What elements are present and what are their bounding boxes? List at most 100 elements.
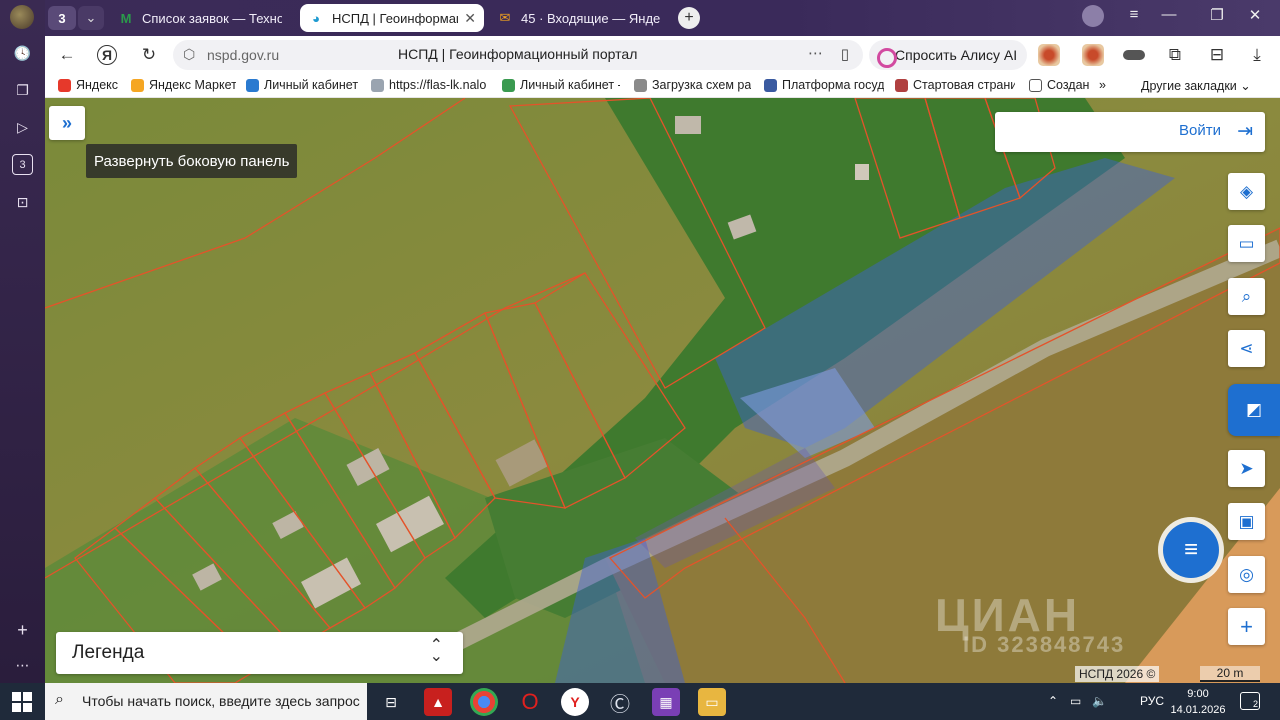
windows-start-icon[interactable] xyxy=(12,692,32,712)
search-placeholder: Чтобы начать поиск, введите здесь запрос xyxy=(82,693,360,709)
history-icon[interactable]: 🕓 xyxy=(12,43,33,64)
zoom-in-icon[interactable]: + xyxy=(1228,608,1265,645)
task-view-icon[interactable]: ⊟ xyxy=(377,688,405,716)
pin-search-icon[interactable]: ◎ xyxy=(1228,556,1265,593)
site-icon xyxy=(246,78,259,92)
tab-label: 45 · Входящие — Яндекс П xyxy=(521,10,661,26)
legend-panel[interactable]: Легенда ⌃ ⌄ xyxy=(56,632,463,674)
tab-counter-button[interactable]: 3 xyxy=(48,6,76,30)
bookmark-gos[interactable]: Платформа госуд xyxy=(764,78,884,92)
minimize-icon[interactable]: — xyxy=(1157,6,1181,23)
bookmark-label: Платформа госуд xyxy=(782,78,884,92)
shield-icon[interactable]: ⬡ xyxy=(183,46,195,63)
more-icon[interactable]: ⋯ xyxy=(12,655,33,676)
collections-icon[interactable]: ⊟ xyxy=(1205,43,1229,67)
bookmark-schemes[interactable]: Загрузка схем ра xyxy=(634,78,751,92)
bookmark-label: Стартовая страни xyxy=(913,78,1015,92)
tab-counter-icon[interactable]: 3 xyxy=(12,154,33,175)
bookmark-start[interactable]: Стартовая страни xyxy=(895,78,1015,92)
account-icon[interactable] xyxy=(1082,5,1104,27)
more-dots-icon[interactable]: ⋯ xyxy=(808,44,823,62)
login-button[interactable]: Войти ⇥ xyxy=(995,112,1265,152)
clock[interactable]: 9:00 14.01.2026 xyxy=(1170,686,1226,718)
profile-avatar[interactable] xyxy=(10,5,34,29)
yandex-browser-icon[interactable]: Y xyxy=(561,688,589,716)
copyright: НСПД 2026 © xyxy=(1075,666,1160,682)
site-icon xyxy=(895,78,908,92)
volume-icon[interactable]: 🔈 xyxy=(1092,694,1107,708)
menu-icon[interactable]: ≡ xyxy=(1122,6,1146,23)
play-icon[interactable]: ▷ xyxy=(12,117,33,138)
page-icon xyxy=(371,78,384,92)
url-box[interactable]: ⬡ nspd.gov.ru НСПД | Геоинформационный п… xyxy=(173,40,863,70)
app-c-icon[interactable]: Ⓒ xyxy=(606,688,634,716)
market-icon xyxy=(131,78,144,92)
collections-icon[interactable]: ❐ xyxy=(12,80,33,101)
save-app-icon[interactable]: ▦ xyxy=(652,688,680,716)
notifications-icon[interactable]: 2 xyxy=(1240,692,1260,710)
other-bookmarks[interactable]: Другие закладки ⌄ xyxy=(1141,78,1251,94)
download-icon[interactable]: ⤓ xyxy=(1245,43,1269,67)
chat-button[interactable]: ≡ xyxy=(1163,522,1219,578)
picture-in-picture-icon[interactable]: ▣ xyxy=(1228,503,1265,540)
expand-sidebar-button[interactable]: » xyxy=(49,106,85,140)
building xyxy=(675,116,701,134)
yandex-logo-icon[interactable]: Я xyxy=(97,45,117,65)
add-panel-icon[interactable]: + xyxy=(12,620,33,641)
close-tab-icon[interactable]: ✕ xyxy=(464,10,476,27)
bookmark-yandex[interactable]: Яндекс xyxy=(58,78,128,92)
address-bar: ← Я ↻ ⬡ nspd.gov.ru НСПД | Геоинформацио… xyxy=(45,36,1280,74)
network-icon[interactable]: ▭ xyxy=(1070,694,1081,708)
bookmark-flas[interactable]: https://flas-lk.nalo xyxy=(371,78,489,92)
reload-icon[interactable]: ↻ xyxy=(137,43,161,67)
language-indicator[interactable]: РУС xyxy=(1140,694,1164,708)
search-area-icon[interactable]: ⌕ xyxy=(1228,278,1265,315)
tab-list-chevron-icon[interactable]: ⌄ xyxy=(78,6,104,30)
extension-icon[interactable] xyxy=(1082,44,1104,66)
tab-nspd[interactable]: ◕ НСПД | Геоинформаци ✕ xyxy=(300,4,484,32)
bookmark-label: Личный кабинет - xyxy=(520,78,620,92)
nspd-icon: ◕ xyxy=(312,10,320,26)
map-layer-icon[interactable]: ◩ xyxy=(1228,384,1280,436)
bookmark-icon[interactable]: ▯ xyxy=(841,45,849,63)
extension-icon[interactable] xyxy=(1038,44,1060,66)
tab-tehnoka[interactable]: M Список заявок — ТехноКа xyxy=(110,4,290,32)
opera-icon[interactable]: O xyxy=(516,688,544,716)
bookmark-market[interactable]: Яндекс Маркет xyxy=(131,78,236,92)
share-icon[interactable]: ⋖ xyxy=(1228,330,1265,367)
restore-icon[interactable]: ❐ xyxy=(1205,6,1229,24)
pdf-app-icon[interactable]: ▲ xyxy=(424,688,452,716)
bookmark-label: Яндекс Маркет xyxy=(149,78,236,92)
bookmark-create[interactable]: Создан xyxy=(1029,78,1089,92)
tab-yandex-mail[interactable]: ✉ 45 · Входящие — Яндекс П xyxy=(489,4,669,32)
layers-icon[interactable]: ◈ xyxy=(1228,173,1265,210)
bookmark-lk[interactable]: Личный кабинет xyxy=(246,78,360,92)
satellite-map[interactable] xyxy=(45,98,1280,683)
emblem-icon xyxy=(764,78,777,92)
locate-icon[interactable]: ➤ xyxy=(1228,450,1265,487)
new-tab-button[interactable]: + xyxy=(678,7,700,29)
expand-sidebar-tooltip: Развернуть боковую панель xyxy=(86,144,298,178)
taskbar-search[interactable]: ⌕ Чтобы начать поиск, введите здесь запр… xyxy=(45,683,367,720)
yandex-icon xyxy=(58,78,71,92)
bookmark-lk2[interactable]: Личный кабинет - xyxy=(502,78,620,92)
back-arrow-icon[interactable]: ← xyxy=(55,43,79,67)
bookmark-label: Создан xyxy=(1047,78,1089,92)
tray-chevron-icon[interactable]: ⌃ xyxy=(1048,694,1058,708)
expand-collapse-icon[interactable]: ⌃ ⌄ xyxy=(430,638,443,665)
gmail-m-icon: M xyxy=(120,10,132,26)
chrome-icon[interactable] xyxy=(470,688,498,716)
ruler-icon[interactable]: ▭ xyxy=(1228,225,1265,262)
map-view[interactable]: » Развернуть боковую панель Войти ⇥ ◈ ▭ … xyxy=(45,98,1280,683)
yandex-mail-icon: ✉ xyxy=(499,10,511,25)
file-explorer-icon[interactable]: ▭ xyxy=(698,688,726,716)
more-bookmarks-icon[interactable]: » xyxy=(1099,78,1106,92)
close-window-icon[interactable]: ✕ xyxy=(1243,6,1267,24)
screenshot-icon[interactable]: ⊡ xyxy=(12,192,33,213)
extension-icon[interactable] xyxy=(1123,50,1145,60)
tab-label: Список заявок — ТехноКа xyxy=(142,10,282,26)
building xyxy=(855,164,869,180)
puzzle-icon[interactable]: ⧉ xyxy=(1163,43,1187,67)
ask-alice-button[interactable]: Спросить Алису AI xyxy=(869,40,1028,70)
bookmarks-bar: Яндекс Яндекс Маркет Личный кабинет http… xyxy=(45,74,1280,98)
